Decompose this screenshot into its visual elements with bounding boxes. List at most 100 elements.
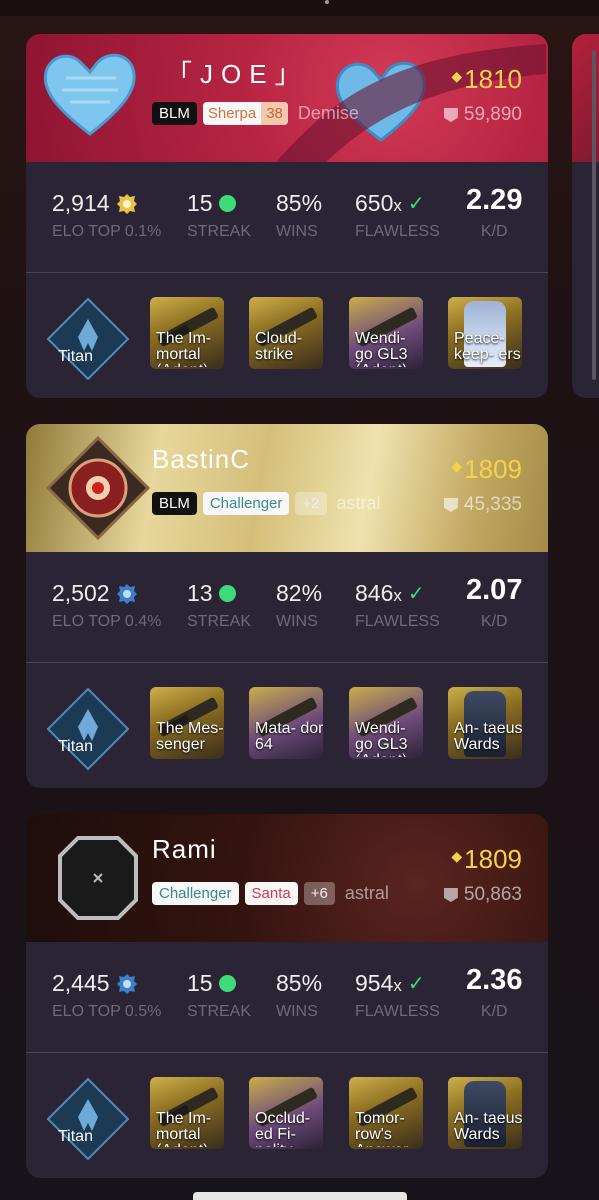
armor-slot[interactable]: An- taeus Wards (448, 1077, 522, 1149)
armor-name: An- taeus Wards (454, 1111, 522, 1143)
weapon-name: Wendi- go GL3 (Adept) (355, 721, 408, 757)
tag-badge: BLM (152, 102, 197, 125)
tag-badge: Challenger (202, 492, 290, 515)
tag-badge: Challenger (152, 882, 239, 905)
weapon-slot[interactable]: Mata- dor 64 (249, 687, 323, 759)
sherpa-badge: Sherpa 38 (202, 102, 288, 125)
elo-rank-blue-icon (116, 583, 137, 604)
diamond-icon: ◆ (451, 458, 463, 474)
wins-value: 85% (276, 970, 323, 996)
flawless-value: 846 (355, 580, 394, 606)
player-tags: Challenger Santa +6 astral (152, 882, 389, 905)
power-level: 59,890 (443, 104, 522, 126)
elo-value: 2,502 (52, 580, 110, 606)
rating: ◆1810 (451, 64, 522, 95)
loadout-row: Titan The Mes- senger Mata- dor 64 Wendi… (26, 663, 548, 788)
player-tags: BLM Sherpa 38 Demise (152, 102, 359, 125)
weapon-name: The Im- mortal (Adept) (156, 331, 212, 367)
weapon-slot[interactable]: Wendi- go GL3 (Adept) (349, 297, 423, 369)
kd-stat: 2.29 K/D (466, 184, 522, 241)
rating: ◆1809 (451, 844, 522, 875)
default-emblem-icon (58, 836, 138, 920)
flawless-stat: 846x ✓ FLAWLESS (355, 580, 440, 631)
scrollbar[interactable] (592, 50, 596, 380)
wins-value: 85% (276, 190, 323, 216)
wins-stat: 85% WINS (276, 190, 322, 241)
armor-slot[interactable]: An- taeus Wards (448, 687, 522, 759)
kd-label: K/D (480, 613, 508, 630)
streak-stat: 13 STREAK (187, 580, 251, 631)
ribbon-decoration-icon (276, 44, 546, 162)
elo-value: 2,445 (52, 970, 110, 996)
weapon-slot[interactable]: Occlud- ed Fi- nality (249, 1077, 323, 1149)
elo-label: ELO (52, 613, 85, 630)
elo-stat: 2,445 ELO TOP 0.5% (52, 970, 161, 1021)
streak-stat: 15 STREAK (187, 190, 251, 241)
weapon-name: Tomor- row's Answer (355, 1111, 408, 1147)
flawless-x: x (393, 196, 402, 215)
kd-label: K/D (480, 1003, 508, 1020)
armor-slot[interactable]: Peace- keep- ers (448, 297, 522, 369)
rating-value: 1809 (464, 454, 522, 484)
status-bar (0, 0, 599, 16)
elo-label: ELO (52, 1003, 85, 1020)
streak-value: 15 (187, 190, 213, 216)
power-value: 59,890 (463, 104, 522, 125)
sherpa-label: Sherpa (207, 105, 257, 122)
weapon-slot[interactable]: Tomor- row's Answer (349, 1077, 423, 1149)
home-indicator[interactable] (193, 1192, 407, 1200)
player-tags: BLM Challenger +2 astral (152, 492, 381, 515)
check-icon: ✓ (407, 583, 425, 605)
flawless-label: FLAWLESS (355, 613, 440, 630)
power-level: 45,335 (443, 494, 522, 516)
elo-top: TOP 0.1% (88, 223, 162, 240)
loadout-row: Titan The Im- mortal (Adept) Cloud- stri… (26, 273, 548, 398)
wins-value: 82% (276, 580, 323, 606)
extra-tags-count[interactable]: +6 (303, 882, 335, 905)
player-name: 「JOE」 (166, 59, 309, 89)
streak-label: STREAK (187, 223, 252, 240)
wins-label: WINS (276, 613, 318, 630)
wins-label: WINS (276, 223, 318, 240)
player-card[interactable]: Rami Challenger Santa +6 astral ◆1809 50… (26, 814, 548, 1178)
check-icon: ✓ (407, 193, 425, 215)
elo-value: 2,914 (52, 190, 110, 216)
flawless-x: x (393, 976, 402, 995)
kd-label: K/D (480, 223, 508, 240)
kd-stat: 2.07 K/D (466, 574, 522, 631)
player-card[interactable]: BastinC BLM Challenger +2 astral ◆1809 4… (26, 424, 548, 788)
streak-label: STREAK (187, 613, 252, 630)
elo-rank-gold-icon (116, 193, 137, 214)
elo-stat: 2,502 ELO TOP 0.4% (52, 580, 161, 631)
stats-row: 2,445 ELO TOP 0.5% 15 STREAK 85% WINS 95… (26, 942, 548, 1052)
class-label: Titan (58, 348, 93, 365)
weapon-slot[interactable]: The Im- mortal (Adept) (150, 1077, 224, 1149)
player-name: Rami (152, 834, 217, 864)
power-icon (443, 888, 458, 902)
elo-stat: 2,914 ELO TOP 0.1% (52, 190, 161, 241)
power-value: 45,335 (463, 494, 522, 515)
tag-badge: BLM (152, 492, 197, 515)
titan-class-icon (46, 297, 130, 381)
weapon-slot[interactable]: Wendi- go GL3 (Adept) (349, 687, 423, 759)
clan-name: astral (344, 883, 389, 903)
weapon-slot[interactable]: The Mes- senger (150, 687, 224, 759)
kd-stat: 2.36 K/D (466, 964, 522, 1021)
elo-top: TOP 0.5% (88, 1003, 162, 1020)
flawless-label: FLAWLESS (355, 1003, 440, 1020)
weapon-name: Mata- dor 64 (255, 721, 323, 753)
diamond-icon: ◆ (451, 848, 463, 864)
extra-tags-count[interactable]: +2 (295, 492, 327, 515)
stats-row: 2,914 ELO TOP 0.1% 15 STREAK 85% WINS 65… (26, 162, 548, 272)
power-icon (443, 108, 458, 122)
weapon-slot[interactable]: Cloud- strike (249, 297, 323, 369)
weapon-name: The Mes- senger (156, 721, 224, 753)
armor-name: An- taeus Wards (454, 721, 522, 753)
player-card[interactable]: 「JOE」 BLM Sherpa 38 Demise ◆1810 59,890 … (26, 34, 548, 398)
weapon-slot[interactable]: The Im- mortal (Adept) (150, 297, 224, 369)
player-banner: 「JOE」 BLM Sherpa 38 Demise ◆1810 59,890 (26, 34, 548, 162)
streak-stat: 15 STREAK (187, 970, 251, 1021)
stats-row: 2,502 ELO TOP 0.4% 13 STREAK 82% WINS 84… (26, 552, 548, 662)
flawless-stat: 954x ✓ FLAWLESS (355, 970, 440, 1021)
sherpa-count: 38 (261, 102, 288, 125)
